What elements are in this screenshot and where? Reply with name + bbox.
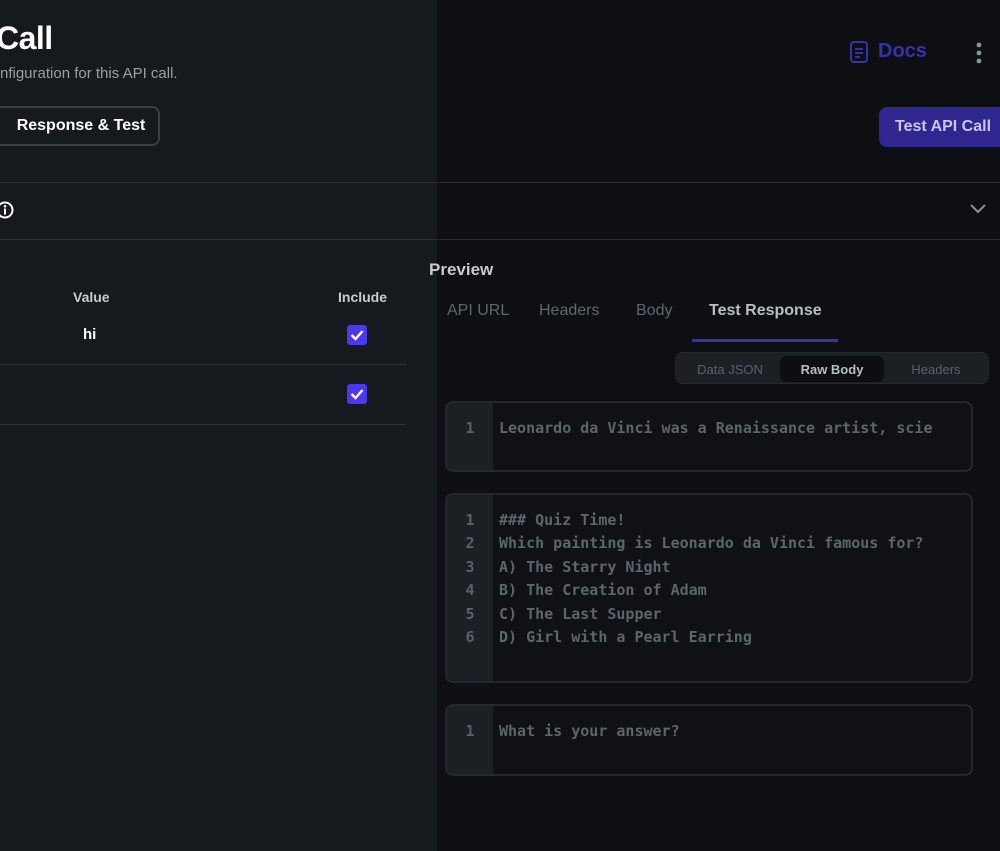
include-checkbox[interactable] (347, 325, 367, 345)
code-text: B) The Creation of Adam (499, 581, 707, 599)
code-text: ### Quiz Time! (499, 511, 626, 529)
tab-test-response[interactable]: Test Response (709, 302, 822, 320)
check-icon (350, 330, 364, 341)
code-text: Which painting is Leonardo da Vinci famo… (499, 534, 924, 552)
code-line: 1 ### Quiz Time! (447, 511, 971, 535)
table-row-divider (0, 424, 406, 425)
info-icon[interactable] (0, 201, 14, 219)
response-test-button[interactable]: Response & Test (0, 106, 160, 146)
docs-label: Docs (878, 40, 927, 62)
code-line: 1 Leonardo da Vinci was a Renaissance ar… (447, 419, 971, 443)
include-checkbox[interactable] (347, 384, 367, 404)
code-text: What is your answer? (499, 722, 680, 740)
variable-value[interactable]: hi (83, 326, 96, 343)
check-icon (350, 389, 364, 400)
preview-title: Preview (429, 260, 494, 279)
code-line: 1 What is your answer? (447, 722, 971, 746)
line-number: 5 (465, 605, 475, 623)
code-block[interactable]: 1 What is your answer? (445, 704, 973, 776)
more-vertical-icon[interactable] (972, 42, 986, 64)
code-line: 4 B) The Creation of Adam (447, 581, 971, 605)
divider (0, 239, 1000, 240)
tab-body[interactable]: Body (636, 302, 672, 320)
code-text: D) Girl with a Pearl Earring (499, 628, 752, 646)
line-number: 4 (465, 581, 475, 599)
segment-data-json[interactable]: Data JSON (680, 356, 780, 382)
chevron-down-icon[interactable] (969, 202, 987, 214)
line-number: 2 (465, 534, 475, 552)
code-block[interactable]: 1 ### Quiz Time! 2 Which painting is Leo… (445, 493, 973, 683)
page-subtitle: nfiguration for this API call. (0, 65, 178, 82)
column-header-include: Include (338, 289, 388, 305)
code-line: 5 C) The Last Supper (447, 605, 971, 629)
docs-icon (850, 40, 868, 63)
tab-headers[interactable]: Headers (539, 302, 599, 320)
response-format-toggle: Data JSON Raw Body Headers (675, 352, 989, 384)
line-number: 3 (465, 558, 475, 576)
docs-link[interactable]: Docs (850, 40, 927, 63)
segment-headers[interactable]: Headers (886, 356, 986, 382)
line-number: 1 (465, 511, 475, 529)
divider (0, 182, 1000, 183)
line-number: 6 (465, 628, 475, 646)
column-header-value: Value (73, 289, 110, 305)
table-row-divider (0, 364, 406, 365)
code-line: 6 D) Girl with a Pearl Earring (447, 628, 971, 652)
page-title: Call (0, 20, 53, 56)
code-line: 3 A) The Starry Night (447, 558, 971, 582)
code-text: C) The Last Supper (499, 605, 662, 623)
test-api-call-button[interactable]: Test API Call (879, 107, 1000, 147)
code-block[interactable]: 1 Leonardo da Vinci was a Renaissance ar… (445, 401, 973, 472)
code-text: A) The Starry Night (499, 558, 671, 576)
code-line: 2 Which painting is Leonardo da Vinci fa… (447, 534, 971, 558)
tab-api-url[interactable]: API URL (447, 302, 509, 320)
active-tab-indicator (692, 339, 838, 342)
code-text: Leonardo da Vinci was a Renaissance arti… (499, 419, 933, 437)
line-number: 1 (465, 419, 475, 437)
segment-raw-body[interactable]: Raw Body (780, 356, 884, 382)
line-number: 1 (465, 722, 475, 740)
